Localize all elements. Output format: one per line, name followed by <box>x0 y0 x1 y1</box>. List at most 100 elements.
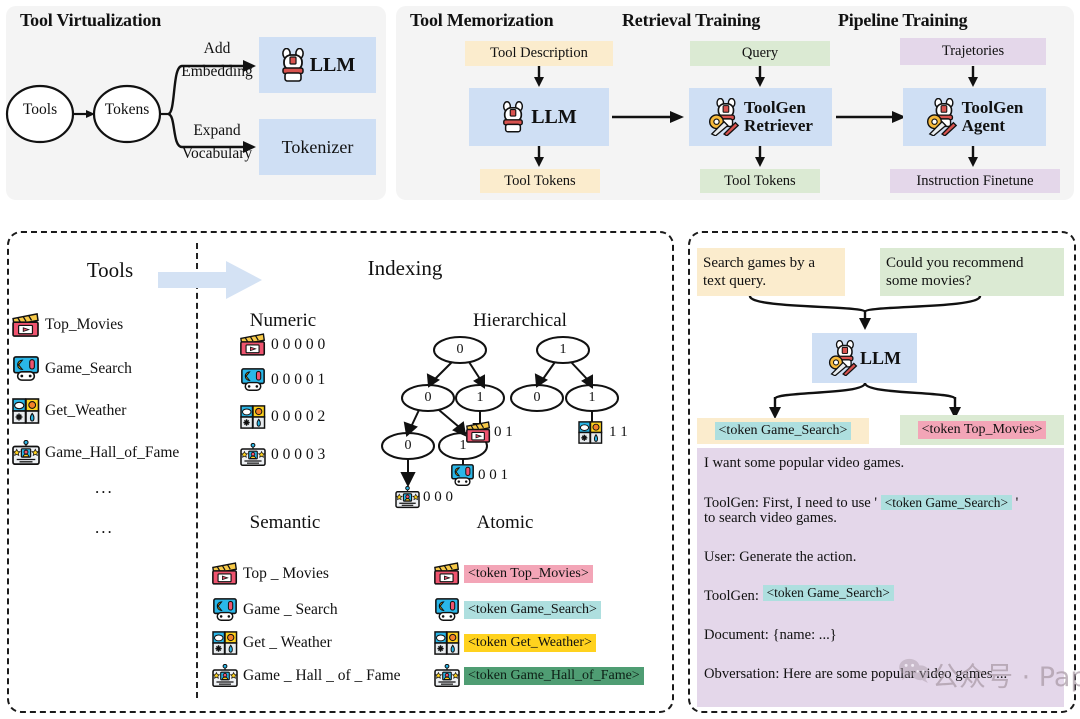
atomic-token: <token Game_Search> <box>464 601 601 619</box>
tool-list-item: Game_Hall_of_Fame <box>12 440 179 466</box>
stage-0-to-1-arrow <box>612 111 684 123</box>
atomic-row: <token Game_Search> <box>434 598 601 622</box>
clapper-icon <box>240 333 266 356</box>
tree-leaf: 0 0 0 <box>395 486 453 509</box>
tree-node-label: 0 <box>533 390 541 405</box>
tree-leaf-code: 0 1 <box>494 423 513 440</box>
semantic-parts: Game _ Search <box>243 601 338 618</box>
numeric-row: 0 0 0 0 2 <box>240 405 325 429</box>
tree-node-label: 1 <box>588 390 596 405</box>
tv-llm-box: LLM <box>259 37 376 93</box>
stage-1-arrow-down-2 <box>755 146 765 167</box>
convo-line-cont: to search video games. <box>704 510 837 527</box>
tree-leaf: 0 1 <box>466 421 513 443</box>
stage-0-box: LLM <box>469 88 609 146</box>
stage-2-arrow-down-1 <box>968 66 978 87</box>
stage-0-box-label: LLM <box>531 105 577 128</box>
weather-icon <box>434 631 460 655</box>
stage-2-input: Trajetories <box>900 38 1046 65</box>
clapper-icon <box>434 562 460 585</box>
tree-leaf: 1 1 <box>578 421 628 444</box>
stage-0-title: Tool Memorization <box>410 10 554 30</box>
convo-prefix: ToolGen: <box>704 588 763 605</box>
edge-expand-label: Expand <box>193 122 241 139</box>
output-left-token: <token Game_Search> <box>714 422 852 440</box>
hierarchical-title: Hierarchical <box>473 310 567 331</box>
game-icon <box>212 598 238 622</box>
convo-line: Document: {name: ...} <box>704 626 837 643</box>
atomic-token: <token Game_Hall_of_Fame> <box>464 667 644 685</box>
hall-of-fame-icon <box>12 440 40 466</box>
llama-icon <box>280 48 306 82</box>
hall-of-fame-icon <box>240 443 266 467</box>
tree-leaf-code: 0 0 1 <box>478 467 508 483</box>
stage-1-output: Tool Tokens <box>700 169 820 193</box>
game-icon <box>12 356 40 382</box>
stage-1-title: Retrieval Training <box>622 10 761 30</box>
tree-leaf-code: 0 0 0 <box>423 489 453 505</box>
tree-leaf-code: 1 1 <box>609 424 628 440</box>
stage-0-arrow-down-2 <box>534 146 544 167</box>
tree-node-label: 1 <box>476 390 484 405</box>
tree-node-label: 1 <box>559 342 567 357</box>
numeric-code: 0 0 0 0 3 <box>271 446 326 463</box>
inference-llm-box: LLM <box>812 333 917 383</box>
tree-node-label: 0 <box>424 390 432 405</box>
edge-embedding-label: Embedding <box>181 63 253 80</box>
weather-icon <box>578 421 603 444</box>
semantic-title: Semantic <box>249 512 321 533</box>
llama-tools-icon <box>926 98 960 136</box>
query-left-box: Search games by a text query. <box>697 248 845 296</box>
stage-1-output-label: Tool Tokens <box>724 172 796 189</box>
hall-of-fame-icon <box>212 664 238 688</box>
output-left-wrap: <token Game_Search> <box>697 418 869 444</box>
output-right-token: <token Top_Movies> <box>917 421 1047 439</box>
edge-vocabulary-label: Vocabulary <box>181 145 253 162</box>
clapper-icon <box>466 421 491 443</box>
game-icon <box>450 464 475 487</box>
tools-indexing-divider <box>196 243 198 698</box>
atomic-row: <token Game_Hall_of_Fame> <box>434 664 644 688</box>
numeric-row: 0 0 0 0 3 <box>240 443 325 467</box>
stage-0-input-label: Tool Description <box>490 45 588 62</box>
tools-section-title: Tools <box>86 258 134 282</box>
stage-2-input-label: Trajetories <box>941 43 1005 60</box>
convo-line: I want some popular video games. <box>704 455 905 471</box>
weather-icon <box>240 405 266 429</box>
convo-token: <token Game_Search> <box>762 585 894 601</box>
stage-2-output-label: Instruction Finetune <box>916 172 1034 189</box>
node-tools-label: Tools <box>22 101 58 118</box>
query-left-text: Search games by a text query. <box>703 255 816 289</box>
tools-to-indexing-arrow <box>158 261 262 299</box>
numeric-code: 0 0 0 0 0 <box>271 335 326 353</box>
convo-token: <token Game_Search> <box>880 494 1013 510</box>
tool-list-item: Get_Weather <box>12 398 126 424</box>
semantic-row: Game _ Search <box>212 598 338 622</box>
query-right-text: Could you recommend some movies? <box>886 255 1024 289</box>
stage-1-arrow-down-1 <box>755 66 765 87</box>
stage-0-arrow-down-1 <box>534 66 544 87</box>
stage-2-arrow-down-2 <box>968 146 978 167</box>
semantic-parts: Game _ Hall _ of _ Fame <box>243 667 401 684</box>
wechat-icon <box>898 657 930 683</box>
stage-1-input-label: Query <box>741 45 779 62</box>
tv-llm-label: LLM <box>309 53 356 76</box>
stage-0-input: Tool Description <box>465 41 613 66</box>
numeric-code: 0 0 0 0 2 <box>271 408 326 425</box>
tv-tokenizer-box: Tokenizer <box>259 119 376 175</box>
tool-name: Get_Weather <box>45 402 127 419</box>
output-right-wrap: <token Top_Movies> <box>900 415 1064 445</box>
semantic-row: Get _ Weather <box>212 631 332 655</box>
llama-tools-icon <box>708 98 742 136</box>
tree-node-label: 0 <box>404 438 412 453</box>
stage-2-box-label-2: Agent <box>961 116 1006 135</box>
weather-icon <box>212 631 238 655</box>
figure-root: Tool Virtualization Tools Tokens Add Emb… <box>0 0 1080 719</box>
tool-name: Game_Search <box>45 360 132 377</box>
atomic-row: <token Top_Movies> <box>434 562 593 585</box>
hall-of-fame-icon <box>395 486 420 509</box>
tree-node-label: 0 <box>456 342 464 357</box>
inference-llm-label: LLM <box>859 347 901 368</box>
clapper-icon <box>212 562 238 585</box>
game-icon <box>240 368 266 392</box>
